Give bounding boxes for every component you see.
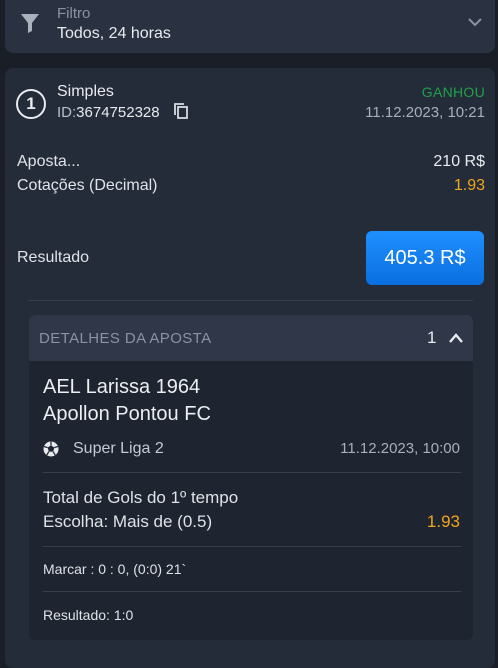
- bet-details-count: 1: [427, 328, 437, 347]
- odds-value: 1.93: [453, 177, 485, 194]
- result-amount-button[interactable]: 405.3 R$: [366, 231, 484, 285]
- final-result: Resultado: 1:0: [43, 607, 134, 623]
- market-choice: Escolha: Mais de (0.5): [43, 512, 213, 531]
- choice-odds: 1.93: [426, 512, 460, 531]
- divider: [43, 546, 461, 547]
- league-name: Super Liga 2: [73, 440, 164, 457]
- filter-label: Filtro: [57, 5, 91, 22]
- filter-value: Todos, 24 horas: [57, 25, 171, 42]
- bet-type: Simples: [57, 83, 114, 100]
- bet-details-title: DETALHES DA APOSTA: [39, 330, 212, 347]
- bet-datetime: 11.12.2023, 10:21: [365, 104, 485, 121]
- chevron-down-icon[interactable]: [467, 14, 483, 30]
- bet-details-header[interactable]: DETALHES DA APOSTA 1: [29, 315, 473, 361]
- bet-id: ID:3674752328: [57, 104, 160, 121]
- odds-label: Cotações (Decimal): [17, 177, 158, 194]
- team-away: Apollon Pontou FC: [43, 403, 211, 425]
- bet-id-label: ID:: [57, 104, 77, 121]
- divider: [43, 591, 461, 592]
- bet-details-panel: DETALHES DA APOSTA 1 AEL Larissa 1964 Ap…: [29, 315, 473, 640]
- bet-status-badge: GANHOU: [421, 84, 485, 100]
- divider: [28, 300, 473, 301]
- soccer-ball-icon: [43, 441, 59, 457]
- funnel-icon: [21, 14, 39, 33]
- bet-number-badge: 1: [16, 89, 46, 119]
- team-home: AEL Larissa 1964: [43, 376, 201, 398]
- result-label: Resultado: [17, 249, 90, 266]
- stake-label: Aposta...: [17, 153, 81, 170]
- market-name: Total de Gols do 1º tempo: [43, 488, 239, 507]
- copy-icon[interactable]: [174, 103, 188, 119]
- bet-id-value: 3674752328: [76, 104, 160, 121]
- chevron-up-icon[interactable]: [448, 331, 464, 345]
- stake-value: 210 R$: [433, 153, 485, 170]
- filter-bar[interactable]: Filtro Todos, 24 horas: [5, 0, 495, 53]
- live-score: Marcar : 0 : 0, (0:0) 21`: [43, 561, 187, 577]
- divider: [43, 472, 461, 473]
- event-datetime: 11.12.2023, 10:00: [340, 440, 460, 457]
